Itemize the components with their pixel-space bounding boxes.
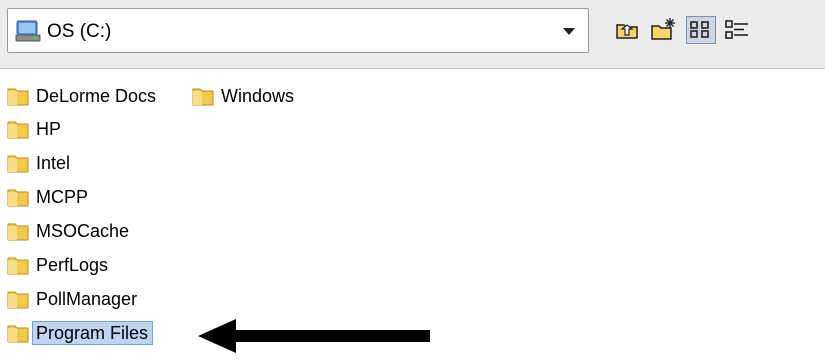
folder-label: DeLorme Docs bbox=[36, 86, 157, 106]
folder-icon bbox=[7, 291, 29, 309]
details-view-icon bbox=[725, 20, 748, 39]
folder-icon bbox=[7, 189, 29, 207]
folder-label: Intel bbox=[36, 153, 71, 173]
folder-icon bbox=[7, 155, 29, 173]
folder-item[interactable]: HP bbox=[0, 114, 61, 144]
folder-label: MCPP bbox=[36, 187, 89, 207]
folder-item[interactable]: Intel bbox=[0, 148, 70, 178]
folder-label: PerfLogs bbox=[36, 255, 109, 275]
folder-label: Windows bbox=[221, 86, 295, 106]
folder-item[interactable]: DeLorme Docs bbox=[0, 81, 156, 111]
up-one-level-button[interactable] bbox=[612, 16, 642, 44]
folder-label: MSOCache bbox=[36, 221, 130, 241]
folder-label: HP bbox=[36, 119, 62, 139]
list-view-icon bbox=[690, 21, 709, 38]
chevron-down-icon[interactable] bbox=[563, 28, 575, 35]
folder-icon bbox=[7, 325, 29, 343]
folder-item[interactable]: MSOCache bbox=[0, 216, 129, 246]
toolbar: OS (C:) bbox=[0, 0, 825, 69]
folder-icon bbox=[192, 88, 214, 106]
new-folder-icon bbox=[651, 18, 675, 40]
details-view-button[interactable] bbox=[722, 16, 752, 44]
folder-item[interactable]: PollManager bbox=[0, 284, 137, 314]
folder-icon bbox=[7, 88, 29, 106]
folder-label: Program Files bbox=[32, 321, 154, 345]
new-folder-button[interactable] bbox=[648, 16, 678, 44]
up-folder-icon bbox=[616, 24, 638, 39]
folder-icon bbox=[7, 257, 29, 275]
location-label: OS (C:) bbox=[47, 21, 112, 42]
folder-item[interactable]: PerfLogs bbox=[0, 250, 108, 280]
folder-label: PollManager bbox=[36, 289, 138, 309]
folder-item[interactable]: Windows bbox=[185, 81, 294, 111]
folder-item-selected[interactable]: Program Files bbox=[0, 318, 154, 348]
drive-icon bbox=[15, 20, 41, 42]
location-dropdown[interactable]: OS (C:) bbox=[7, 8, 589, 53]
folder-item[interactable]: MCPP bbox=[0, 182, 88, 212]
folder-icon bbox=[7, 121, 29, 139]
annotation-arrow bbox=[198, 319, 430, 353]
folder-icon bbox=[7, 223, 29, 241]
list-view-button[interactable] bbox=[686, 16, 716, 44]
